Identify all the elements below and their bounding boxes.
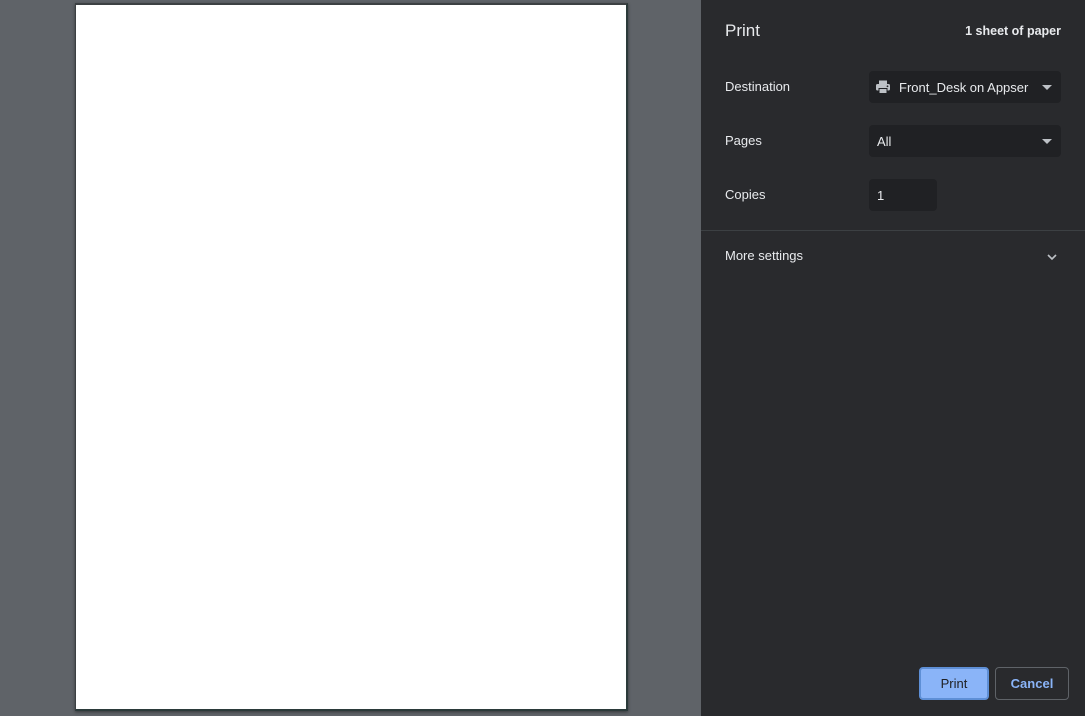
destination-value: Front_Desk on Appser: [899, 79, 1029, 95]
more-settings-toggle[interactable]: More settings: [701, 231, 1085, 279]
dialog-title: Print: [725, 21, 760, 40]
copies-label: Copies: [725, 187, 766, 202]
print-dialog: Print 1 sheet of paper Destination Front…: [0, 0, 1085, 716]
copies-input[interactable]: 1: [869, 179, 937, 211]
pages-value: All: [877, 133, 892, 149]
printer-icon: [875, 79, 891, 95]
chevron-down-icon: [1047, 249, 1057, 261]
destination-select[interactable]: Front_Desk on Appser: [869, 71, 1061, 103]
preview-page: [75, 3, 628, 711]
pages-select[interactable]: All: [869, 125, 1061, 157]
print-preview-area[interactable]: [0, 0, 701, 716]
cancel-button[interactable]: Cancel: [995, 667, 1069, 700]
print-settings-sidebar: Print 1 sheet of paper Destination Front…: [701, 0, 1085, 716]
dropdown-arrow-icon: [1042, 138, 1052, 144]
more-settings-label: More settings: [725, 248, 804, 263]
pages-label: Pages: [725, 133, 762, 148]
print-button[interactable]: Print: [919, 667, 989, 700]
destination-label: Destination: [725, 79, 791, 94]
sheet-count: 1 sheet of paper: [965, 24, 1061, 38]
dropdown-arrow-icon: [1042, 84, 1052, 90]
copies-value: 1: [877, 187, 885, 203]
